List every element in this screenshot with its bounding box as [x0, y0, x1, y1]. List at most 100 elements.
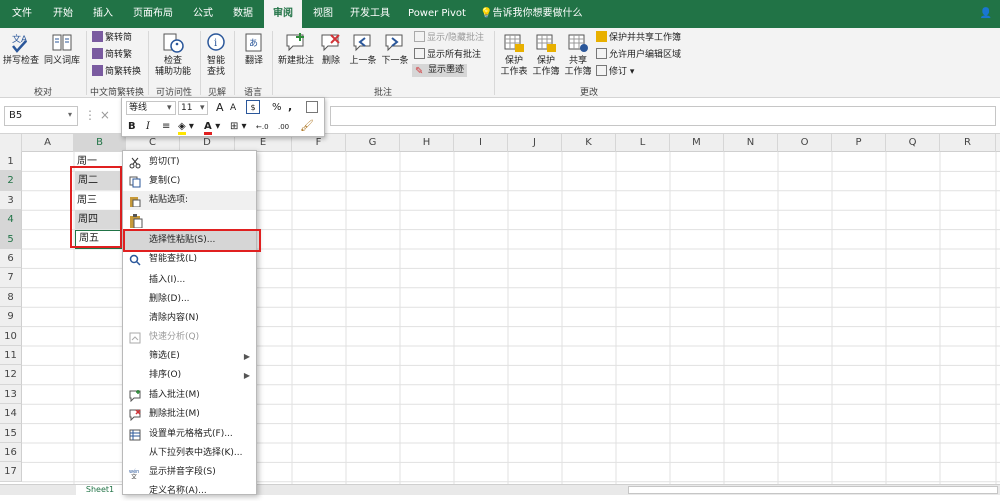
- row-header[interactable]: 3: [0, 190, 22, 211]
- italic-button[interactable]: I: [146, 120, 150, 133]
- borders-icon[interactable]: ⊞ ▾: [230, 120, 247, 133]
- lock-icon: [596, 31, 607, 42]
- track-changes-button[interactable]: 修订 ▾: [596, 65, 634, 78]
- user-icon[interactable]: 👤: [976, 0, 996, 28]
- tab-file[interactable]: 文件: [4, 0, 40, 28]
- sheet-tab[interactable]: Sheet1: [76, 485, 124, 495]
- menu-item-filter[interactable]: 筛选(E) ▶: [123, 347, 256, 366]
- column-header[interactable]: K: [562, 134, 616, 152]
- increase-decimal-button[interactable]: ←.0: [256, 121, 269, 134]
- menu-item-smart-lookup[interactable]: 智能查找(L): [123, 250, 256, 269]
- protect-workbook-button[interactable]: 保护 工作簿: [530, 32, 562, 78]
- protect-sheet-button[interactable]: 保护 工作表: [498, 32, 530, 78]
- decrease-decimal-button[interactable]: .00: [278, 121, 289, 134]
- select-all-corner[interactable]: [0, 134, 22, 152]
- conversion-button[interactable]: 简繁转换: [92, 65, 141, 78]
- tab-power-pivot[interactable]: Power Pivot: [402, 0, 472, 28]
- menu-item-cut[interactable]: 剪切(T): [123, 153, 256, 172]
- column-header[interactable]: P: [832, 134, 886, 152]
- fill-color-icon[interactable]: ◈ ▾: [178, 120, 194, 135]
- menu-item-pick-from-list[interactable]: 从下拉列表中选择(K)...: [123, 444, 256, 463]
- allow-edit-ranges-button[interactable]: 允许用户编辑区域: [596, 48, 681, 61]
- menu-item-insert[interactable]: 插入(I)...: [123, 271, 256, 290]
- row-header[interactable]: 6: [0, 249, 22, 269]
- row-header[interactable]: 15: [0, 423, 22, 443]
- name-box[interactable]: B5: [4, 106, 78, 126]
- menu-item-sort[interactable]: 排序(O) ▶: [123, 366, 256, 385]
- bold-button[interactable]: B: [128, 120, 136, 133]
- menu-item-format-cells[interactable]: 设置单元格格式(F)...: [123, 425, 256, 444]
- show-all-comments-button[interactable]: 显示所有批注: [414, 48, 481, 61]
- show-ink-button[interactable]: ✎ 显示墨迹: [412, 64, 468, 77]
- shrink-font-button[interactable]: A: [230, 102, 236, 115]
- menu-item-delete-comment[interactable]: 删除批注(M): [123, 405, 256, 424]
- menu-item-define-name[interactable]: 定义名称(A)...: [123, 482, 256, 501]
- tab-data[interactable]: 数据: [226, 0, 260, 28]
- tab-view[interactable]: 视图: [306, 0, 340, 28]
- tab-formulas[interactable]: 公式: [186, 0, 220, 28]
- smart-lookup-button[interactable]: i 智能 查找: [202, 32, 230, 78]
- row-header[interactable]: 9: [0, 307, 22, 327]
- protect-share-button[interactable]: 保护并共享工作簿: [596, 31, 681, 44]
- new-comment-button[interactable]: 新建批注: [276, 32, 316, 67]
- column-header[interactable]: I: [454, 134, 508, 152]
- trad-to-simp-button[interactable]: 繁转简: [92, 31, 132, 44]
- translate-button[interactable]: あ 翻译: [238, 32, 270, 67]
- tell-me-box[interactable]: 💡告诉我你想要做什么: [480, 0, 600, 28]
- check-accessibility-button[interactable]: 检查 辅助功能: [152, 32, 194, 78]
- column-header[interactable]: A: [22, 134, 74, 152]
- menu-item-delete[interactable]: 删除(D)...: [123, 290, 256, 309]
- row-header[interactable]: 8: [0, 287, 22, 308]
- format-painter-table-icon[interactable]: [306, 101, 318, 113]
- row-header[interactable]: 2: [0, 171, 22, 191]
- tab-page-layout[interactable]: 页面布局: [126, 0, 180, 28]
- column-header[interactable]: B: [74, 134, 126, 152]
- name-box-dropdown-icon[interactable]: ▾: [68, 110, 72, 119]
- column-header[interactable]: Q: [886, 134, 940, 152]
- column-header[interactable]: R: [940, 134, 996, 152]
- delete-comment-button[interactable]: 删除: [318, 32, 344, 67]
- grow-font-button[interactable]: A: [216, 101, 224, 114]
- column-header[interactable]: O: [778, 134, 832, 152]
- previous-comment-button[interactable]: 上一条: [348, 32, 378, 67]
- row-header[interactable]: 4: [0, 210, 22, 230]
- row-header[interactable]: 16: [0, 443, 22, 463]
- row-header[interactable]: 11: [0, 346, 22, 366]
- tab-review[interactable]: 审阅: [264, 0, 302, 28]
- menu-item-copy[interactable]: 复制(C): [123, 172, 256, 191]
- tab-developer[interactable]: 开发工具: [344, 0, 396, 28]
- column-header[interactable]: G: [346, 134, 400, 152]
- column-header[interactable]: N: [724, 134, 778, 152]
- menu-item-clear-contents[interactable]: 清除内容(N): [123, 309, 256, 328]
- column-header[interactable]: H: [400, 134, 454, 152]
- row-header[interactable]: 5: [0, 229, 22, 249]
- row-header[interactable]: 14: [0, 404, 22, 424]
- menu-item-show-phonetic[interactable]: wén 文 显示拼音字段(S): [123, 463, 256, 482]
- menu-item-insert-comment[interactable]: 插入批注(M): [123, 386, 256, 405]
- column-header[interactable]: L: [616, 134, 670, 152]
- next-comment-button[interactable]: 下一条: [380, 32, 410, 67]
- column-header[interactable]: J: [508, 134, 562, 152]
- simp-to-trad-button[interactable]: 简转繁: [92, 48, 132, 61]
- share-workbook-button[interactable]: 共享 工作簿: [562, 32, 594, 78]
- row-header[interactable]: 1: [0, 152, 22, 172]
- align-center-icon[interactable]: ≡: [162, 120, 170, 133]
- row-header[interactable]: 17: [0, 462, 22, 482]
- format-painter-icon[interactable]: 🖌: [300, 119, 314, 132]
- comma-style-button[interactable]: ,: [288, 100, 292, 113]
- row-header[interactable]: 13: [0, 384, 22, 405]
- formula-input[interactable]: [330, 106, 996, 126]
- show-hide-comment-button[interactable]: 显示/隐藏批注: [414, 31, 484, 44]
- row-header[interactable]: 10: [0, 326, 22, 346]
- font-color-icon[interactable]: A ▾: [204, 120, 220, 135]
- row-header[interactable]: 7: [0, 268, 22, 288]
- row-header[interactable]: 12: [0, 365, 22, 385]
- number-format-icon[interactable]: $: [246, 100, 260, 114]
- column-header[interactable]: M: [670, 134, 724, 152]
- spell-check-button[interactable]: 文A 拼写检查: [2, 32, 40, 67]
- tab-insert[interactable]: 插入: [86, 0, 120, 28]
- percent-style-button[interactable]: %: [272, 101, 282, 114]
- horizontal-scrollbar[interactable]: [628, 486, 998, 494]
- thesaurus-button[interactable]: 同义词库: [42, 32, 82, 67]
- tab-home[interactable]: 开始: [46, 0, 80, 28]
